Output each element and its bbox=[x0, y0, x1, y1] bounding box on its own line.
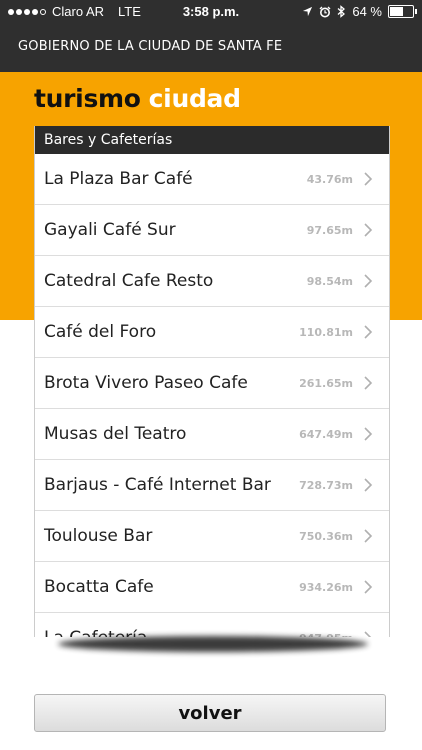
logo-word-ciudad: ciudad bbox=[148, 84, 241, 113]
app-logo: turismo ciudad bbox=[34, 84, 241, 113]
place-distance: 750.36m bbox=[295, 530, 353, 543]
place-name: Brota Vivero Paseo Cafe bbox=[44, 373, 248, 393]
list-item[interactable]: Café del Foro 110.81m bbox=[35, 307, 389, 358]
place-name: Gayali Café Sur bbox=[44, 220, 176, 240]
status-right: 64 % bbox=[302, 4, 417, 19]
place-name: Barjaus - Café Internet Bar bbox=[44, 475, 271, 495]
list-item[interactable]: Toulouse Bar 750.36m bbox=[35, 511, 389, 562]
chevron-right-icon bbox=[364, 172, 373, 186]
chevron-right-icon bbox=[364, 376, 373, 390]
list-shadow bbox=[58, 636, 368, 652]
place-name: Café del Foro bbox=[44, 322, 157, 342]
list-item[interactable]: Bocatta Cafe 934.26m bbox=[35, 562, 389, 613]
list-item[interactable]: Barjaus - Café Internet Bar 728.73m bbox=[35, 460, 389, 511]
chevron-right-icon bbox=[364, 478, 373, 492]
back-button[interactable]: volver bbox=[34, 694, 386, 732]
place-distance: 43.76m bbox=[302, 173, 353, 186]
place-name: Toulouse Bar bbox=[44, 526, 153, 546]
battery-percent: 64 % bbox=[352, 4, 382, 19]
battery-icon bbox=[388, 5, 417, 18]
location-arrow-icon bbox=[303, 6, 313, 17]
list-items: La Plaza Bar Café 43.76m Gayali Café Sur 97… bbox=[35, 154, 389, 637]
app-header: GOBIERNO DE LA CIUDAD DE SANTA FE bbox=[0, 24, 422, 72]
list-header: Bares y Cafeterías bbox=[35, 126, 389, 154]
status-bar: Claro AR LTE 3:58 p.m. 64 % bbox=[0, 0, 422, 24]
chevron-right-icon bbox=[364, 529, 373, 543]
list-item[interactable]: La Cafetería 947.95m bbox=[35, 613, 389, 637]
place-distance: 110.81m bbox=[295, 326, 353, 339]
chevron-right-icon bbox=[364, 325, 373, 339]
chevron-right-icon bbox=[364, 580, 373, 594]
chevron-right-icon bbox=[364, 427, 373, 441]
bluetooth-icon bbox=[337, 5, 346, 18]
place-name: Bocatta Cafe bbox=[44, 577, 154, 597]
list-item[interactable]: Brota Vivero Paseo Cafe 261.65m bbox=[35, 358, 389, 409]
list-item[interactable]: Gayali Café Sur 97.65m bbox=[35, 205, 389, 256]
place-name: La Plaza Bar Café bbox=[44, 169, 193, 189]
logo-word-turismo: turismo bbox=[34, 84, 141, 113]
place-distance: 947.95m bbox=[295, 632, 353, 637]
header-title: GOBIERNO DE LA CIUDAD DE SANTA FE bbox=[18, 39, 283, 54]
place-name: La Cafetería bbox=[44, 628, 147, 637]
place-distance: 647.49m bbox=[295, 428, 353, 441]
place-distance: 97.65m bbox=[302, 224, 353, 237]
place-name: Musas del Teatro bbox=[44, 424, 187, 444]
list-item[interactable]: Musas del Teatro 647.49m bbox=[35, 409, 389, 460]
list-item[interactable]: Catedral Cafe Resto 98.54m bbox=[35, 256, 389, 307]
list-item[interactable]: La Plaza Bar Café 43.76m bbox=[35, 154, 389, 205]
place-name: Catedral Cafe Resto bbox=[44, 271, 214, 291]
place-distance: 261.65m bbox=[295, 377, 353, 390]
place-distance: 728.73m bbox=[295, 479, 353, 492]
chevron-right-icon bbox=[364, 631, 372, 637]
place-distance: 934.26m bbox=[295, 581, 353, 594]
chevron-right-icon bbox=[364, 274, 373, 288]
places-list[interactable]: Bares y Cafeterías La Plaza Bar Café 43.7… bbox=[34, 126, 390, 637]
chevron-right-icon bbox=[364, 223, 373, 237]
alarm-clock-icon bbox=[319, 6, 331, 17]
place-distance: 98.54m bbox=[302, 275, 353, 288]
